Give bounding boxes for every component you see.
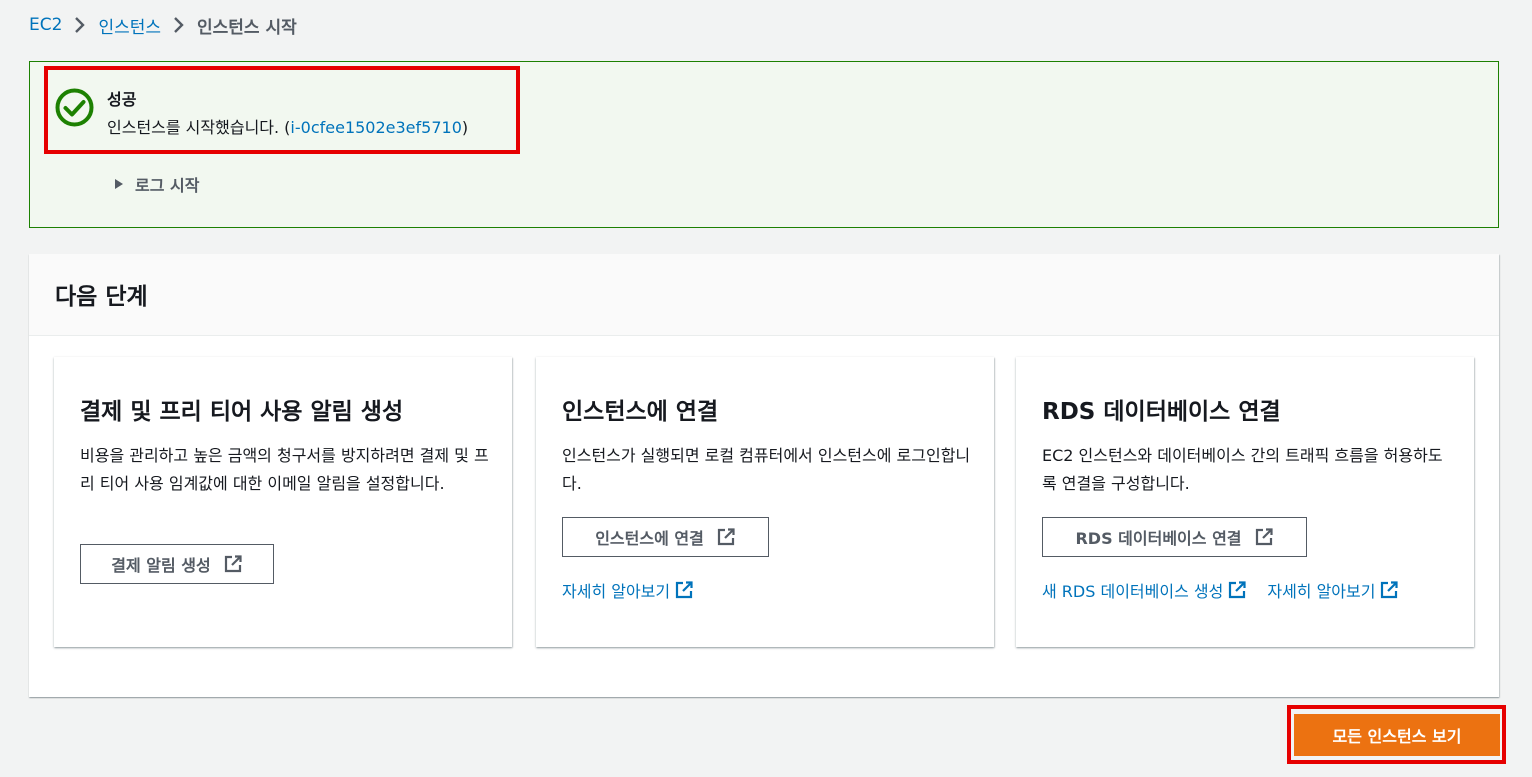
- chevron-right-icon: [173, 16, 185, 34]
- card-links: 새 RDS 데이터베이스 생성 자세히 알아보기: [1042, 578, 1399, 602]
- breadcrumb: EC2 인스턴스 인스턴스 시작: [29, 13, 297, 38]
- card-title: 인스턴스에 연결: [562, 399, 719, 425]
- success-flashbar: 성공 인스턴스를 시작했습니다. (i-0cfee1502e3ef5710) 로…: [29, 61, 1499, 228]
- link-label: 새 RDS 데이터베이스 생성: [1042, 582, 1224, 601]
- launch-log-label: 로그 시작: [135, 176, 200, 195]
- instance-id-link[interactable]: i-0cfee1502e3ef5710: [290, 118, 461, 137]
- panel-title: 다음 단계: [55, 284, 148, 310]
- external-link-icon: [223, 554, 243, 574]
- learn-more-link[interactable]: 자세히 알아보기: [562, 578, 694, 602]
- highlight-box: [44, 66, 520, 154]
- card-description: 인스턴스가 실행되면 로컬 컴퓨터에서 인스턴스에 로그인합니다.: [562, 446, 971, 493]
- billing-alert-card: 결제 및 프리 티어 사용 알림 생성 비용을 관리하고 높은 금액의 청구서를…: [54, 357, 512, 647]
- card-description: 비용을 관리하고 높은 금액의 청구서를 방지하려면 결제 및 프리 티어 사용…: [80, 446, 489, 493]
- create-rds-database-link[interactable]: 새 RDS 데이터베이스 생성: [1042, 578, 1247, 602]
- button-label: 결제 알림 생성: [111, 556, 211, 575]
- flash-message-suffix: ): [461, 118, 469, 137]
- card-title: 결제 및 프리 티어 사용 알림 생성: [80, 399, 404, 425]
- external-link-icon: [1254, 527, 1274, 547]
- rds-connect-card: RDS 데이터베이스 연결 EC2 인스턴스와 데이터베이스 간의 트래픽 흐름…: [1016, 357, 1474, 647]
- launch-log-expander[interactable]: 로그 시작: [114, 172, 199, 196]
- next-steps-panel: 다음 단계 결제 및 프리 티어 사용 알림 생성 비용을 관리하고 높은 금액…: [29, 254, 1499, 697]
- external-link-icon: [716, 527, 736, 547]
- breadcrumb-link-ec2[interactable]: EC2: [29, 15, 62, 35]
- view-all-instances-button[interactable]: 모든 인스턴스 보기: [1294, 714, 1500, 756]
- connect-instance-card: 인스턴스에 연결 인스턴스가 실행되면 로컬 컴퓨터에서 인스턴스에 로그인합니…: [536, 357, 994, 647]
- caret-right-icon: [114, 178, 124, 190]
- card-description: EC2 인스턴스와 데이터베이스 간의 트래픽 흐름을 허용하도록 연결을 구성…: [1042, 446, 1443, 493]
- check-circle-icon: [54, 87, 95, 128]
- panel-header: 다음 단계: [29, 254, 1499, 336]
- card-title: RDS 데이터베이스 연결: [1042, 399, 1281, 425]
- flash-message-prefix: 인스턴스를 시작했습니다. (: [107, 118, 291, 137]
- connect-instance-button[interactable]: 인스턴스에 연결: [562, 517, 769, 557]
- breadcrumb-current: 인스턴스 시작: [197, 17, 297, 38]
- breadcrumb-link-instances[interactable]: 인스턴스: [98, 13, 161, 38]
- learn-more-link[interactable]: 자세히 알아보기: [1267, 578, 1399, 602]
- flash-message: 인스턴스를 시작했습니다. (i-0cfee1502e3ef5710): [107, 114, 468, 138]
- link-label: 자세히 알아보기: [562, 582, 671, 601]
- link-label: 자세히 알아보기: [1267, 582, 1376, 601]
- external-link-icon: [1227, 580, 1247, 600]
- chevron-right-icon: [74, 16, 86, 34]
- create-billing-alert-button[interactable]: 결제 알림 생성: [80, 544, 274, 584]
- connect-rds-button[interactable]: RDS 데이터베이스 연결: [1042, 517, 1307, 557]
- button-label: 인스턴스에 연결: [595, 529, 704, 548]
- external-link-icon: [1379, 580, 1399, 600]
- card-links: 자세히 알아보기: [562, 578, 694, 602]
- button-label: RDS 데이터베이스 연결: [1075, 529, 1242, 548]
- external-link-icon: [674, 580, 694, 600]
- flash-title: 성공: [107, 90, 137, 109]
